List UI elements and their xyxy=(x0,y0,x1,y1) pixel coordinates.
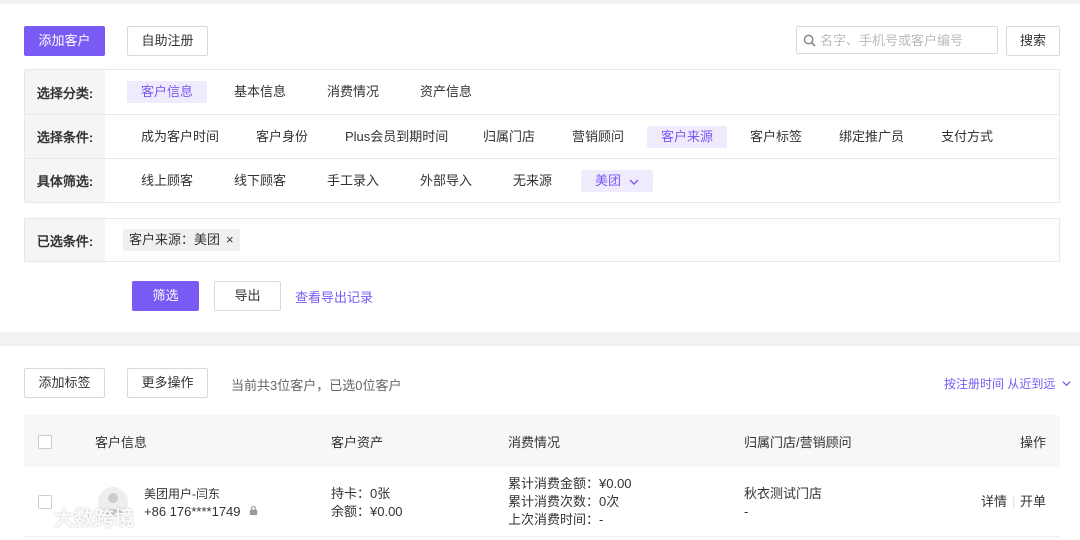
selected-tag-text: 客户来源：美团 xyxy=(129,232,221,247)
export-button[interactable]: 导出 xyxy=(214,281,281,311)
category-option-basic-info[interactable]: 基本信息 xyxy=(220,81,300,103)
condition-option-promoter[interactable]: 绑定推广员 xyxy=(825,126,918,148)
category-option-assets[interactable]: 资产信息 xyxy=(406,81,486,103)
select-all-checkbox[interactable] xyxy=(38,435,52,449)
customer-name-link[interactable]: 美团用户-闫东 xyxy=(144,485,220,503)
category-label: 选择分类: xyxy=(25,70,105,114)
condition-option-store[interactable]: 归属门店 xyxy=(469,126,549,148)
total-amount: 累计消费金额：¥0.00 xyxy=(508,476,632,491)
customer-list-card: 添加标签 更多操作 当前共3位客户，已选0位客户 按注册时间 从近到远 客户信息… xyxy=(0,346,1080,540)
add-customer-button[interactable]: 添加客户 xyxy=(24,26,105,56)
customer-phone-text: +86 176****1749 xyxy=(144,504,241,519)
customer-phone: +86 176****1749 xyxy=(144,503,259,521)
filter-panel: 选择分类: 客户信息 基本信息 消费情况 资产信息 选择条件: 成为客户时间 客… xyxy=(24,69,1060,203)
export-history-link[interactable]: 查看导出记录 xyxy=(295,287,373,306)
selected-tag: 客户来源：美团 × xyxy=(123,229,240,251)
condition-option-plus-expiry[interactable]: Plus会员到期时间 xyxy=(331,126,462,148)
condition-option-payment[interactable]: 支付方式 xyxy=(927,126,1007,148)
lock-icon[interactable] xyxy=(248,505,259,516)
condition-option-tags[interactable]: 客户标签 xyxy=(736,126,816,148)
last-consumption-time: 上次消费时间：- xyxy=(508,512,604,527)
watermark-text: 大数跨境 xyxy=(54,508,134,530)
search-input[interactable] xyxy=(820,32,990,48)
search-icon xyxy=(803,34,816,47)
condition-option-source[interactable]: 客户来源 xyxy=(647,126,728,148)
col-customer-assets: 客户资产 xyxy=(331,435,384,450)
self-register-button[interactable]: 自助注册 xyxy=(127,26,208,56)
filter-row-condition: 选择条件: 成为客户时间 客户身份 Plus会员到期时间 归属门店 营销顾问 客… xyxy=(25,114,1059,158)
col-store-advisor: 归属门店/营销顾问 xyxy=(744,435,852,450)
table-row: 美团用户-闫东 +86 176****1749 持卡：0张 余额：¥0.00 累… xyxy=(24,467,1060,537)
category-option-consumption[interactable]: 消费情况 xyxy=(313,81,393,103)
category-option-customer-info[interactable]: 客户信息 xyxy=(127,81,208,103)
col-customer-info: 客户信息 xyxy=(95,435,148,450)
close-icon[interactable]: × xyxy=(226,232,234,247)
specific-option-import[interactable]: 外部导入 xyxy=(406,170,486,192)
watermark-logo-icon xyxy=(8,507,48,526)
total-count: 累计消费次数：0次 xyxy=(508,494,620,509)
chevron-down-icon xyxy=(629,179,639,185)
col-operations: 操作 xyxy=(1020,435,1047,450)
store-name: 秋衣测试门店 xyxy=(744,486,823,501)
balance: 余额：¥0.00 xyxy=(331,504,403,519)
op-divider: | xyxy=(1012,494,1016,509)
specific-dropdown-meituan[interactable]: 美团 xyxy=(581,170,653,192)
selection-summary: 当前共3位客户，已选0位客户 xyxy=(231,378,402,393)
card-count: 持卡：0张 xyxy=(331,486,391,501)
dropdown-value: 美团 xyxy=(595,173,622,188)
table-header: 客户信息 客户资产 消费情况 归属门店/营销顾问 操作 xyxy=(24,415,1060,467)
selected-conditions-panel: 已选条件: 客户来源：美团 × xyxy=(24,218,1060,262)
detail-link[interactable]: 详情 xyxy=(981,493,1007,511)
condition-label: 选择条件: xyxy=(25,115,105,158)
chevron-down-icon xyxy=(1062,381,1071,387)
sort-label: 按注册时间 从近到远 xyxy=(944,377,1056,391)
specific-option-none[interactable]: 无来源 xyxy=(499,170,566,192)
sort-dropdown[interactable]: 按注册时间 从近到远 xyxy=(944,375,1071,392)
add-tag-button[interactable]: 添加标签 xyxy=(24,368,105,398)
selected-label: 已选条件: xyxy=(25,219,105,261)
search-box xyxy=(796,26,998,54)
filter-row-category: 选择分类: 客户信息 基本信息 消费情况 资产信息 xyxy=(25,70,1059,114)
more-actions-button[interactable]: 更多操作 xyxy=(127,368,208,398)
advisor-name: - xyxy=(744,504,749,519)
filter-button[interactable]: 筛选 xyxy=(132,281,199,311)
specific-option-manual[interactable]: 手工录入 xyxy=(313,170,393,192)
search-button[interactable]: 搜索 xyxy=(1006,26,1060,56)
specific-option-offline[interactable]: 线下顾客 xyxy=(220,170,300,192)
condition-option-identity[interactable]: 客户身份 xyxy=(242,126,322,148)
col-consumption: 消费情况 xyxy=(508,435,561,450)
open-order-link[interactable]: 开单 xyxy=(1020,493,1046,511)
specific-option-online[interactable]: 线上顾客 xyxy=(127,170,207,192)
condition-option-advisor[interactable]: 营销顾问 xyxy=(558,126,638,148)
filter-row-specific: 具体筛选: 线上顾客 线下顾客 手工录入 外部导入 无来源 美团 xyxy=(25,158,1059,202)
watermark: 大数跨境 xyxy=(6,502,134,531)
condition-option-join-time[interactable]: 成为客户时间 xyxy=(127,126,233,148)
filter-card: 添加客户 自助注册 搜索 选择分类: 客户信息 基本信息 消费情况 资产信息 选… xyxy=(0,4,1080,332)
specific-label: 具体筛选: xyxy=(25,159,105,202)
